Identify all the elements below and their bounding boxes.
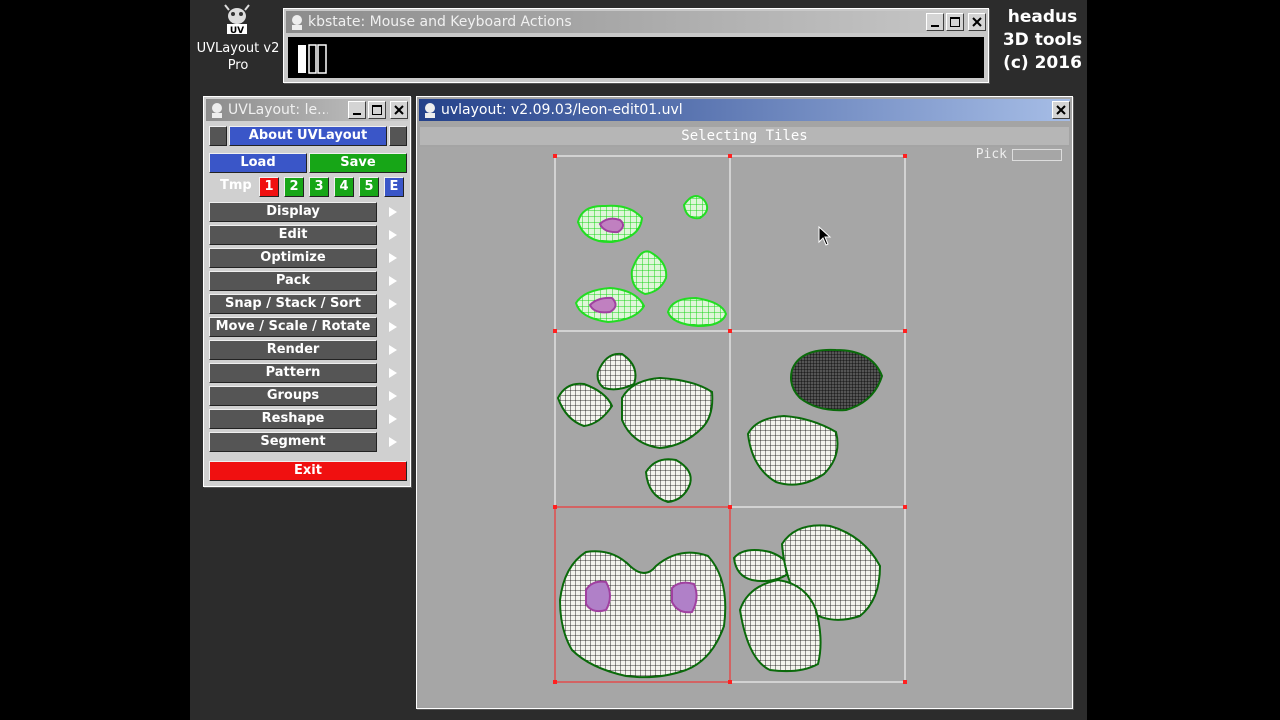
close-button[interactable] [1052,101,1070,119]
submenu-arrow-icon[interactable] [389,207,397,217]
tmp-slot-5-button[interactable]: 5 [359,177,379,197]
tmp-slot-2-button[interactable]: 2 [284,177,304,197]
submenu-arrow-icon[interactable] [389,322,397,332]
minimize-button[interactable] [926,13,944,31]
uv-canvas[interactable] [419,147,1070,706]
submenu-arrow-icon[interactable] [389,368,397,378]
submenu-arrow-icon[interactable] [389,391,397,401]
uvlayout-menu-window: UVLayout: le... About UVLayout Load Save… [203,96,411,487]
submenu-arrow-icon[interactable] [389,230,397,240]
editor-titlebar[interactable]: uvlayout: v2.09.03/leon-edit01.uvl [419,99,1070,121]
kbstate-display [288,37,984,78]
close-icon [1056,105,1066,115]
app-icon [212,103,222,118]
tmp-slot-1-button[interactable]: 1 [259,177,279,197]
app-label-line1: UVLayout v2 [196,41,280,56]
maximize-icon [950,17,960,27]
submenu-arrow-icon[interactable] [389,414,397,424]
app-label-line2: Pro [227,58,249,73]
pick-label: Pick [975,147,1007,162]
exit-button[interactable]: Exit [209,461,407,481]
menu-title: UVLayout: le... [228,102,328,118]
submenu-arrow-icon[interactable] [389,345,397,355]
headus-line1: headus [1007,7,1078,27]
maximize-button[interactable] [368,101,386,119]
uvlayout-editor-window: uvlayout: v2.09.03/leon-edit01.uvl Selec… [416,96,1073,709]
keyboard-state-indicator-icon [298,44,327,74]
headus-branding: headus 3D tools (c) 2016 [995,6,1090,75]
collapse-right-button[interactable] [389,126,407,146]
submenu-arrow-icon[interactable] [389,437,397,447]
collapse-left-button[interactable] [209,126,227,146]
svg-text:UV: UV [230,26,244,36]
minimize-button[interactable] [348,101,366,119]
kbstate-window: kbstate: Mouse and Keyboard Actions [283,8,989,83]
minimize-icon [931,25,939,27]
tmp-slot-3-button[interactable]: 3 [309,177,329,197]
maximize-button[interactable] [946,13,964,31]
pick-field[interactable] [1012,149,1062,161]
app-label[interactable]: UVLayout v2 Pro [194,40,282,74]
tmp-label: Tmp [220,178,252,193]
kbstate-title: kbstate: Mouse and Keyboard Actions [308,14,572,30]
menu-item-button[interactable]: Optimize [209,248,377,268]
mouse-pointer-icon [818,226,832,246]
load-button[interactable]: Load [209,153,307,173]
headus-line2: 3D tools [1002,30,1083,50]
app-icon [292,15,302,30]
close-icon [394,105,404,115]
menu-item-button[interactable]: Groups [209,386,377,406]
about-uvlayout-button[interactable]: About UVLayout [229,126,387,146]
submenu-arrow-icon[interactable] [389,299,397,309]
menu-item-button[interactable]: Segment [209,432,377,452]
menu-item-button[interactable]: Pattern [209,363,377,383]
submenu-arrow-icon[interactable] [389,276,397,286]
menu-item-button[interactable]: Reshape [209,409,377,429]
save-button[interactable]: Save [309,153,407,173]
minimize-icon [353,113,361,115]
uvlayout-app-icon[interactable]: UV [221,4,253,36]
menu-item-button[interactable]: Display [209,202,377,222]
app-icon [425,103,435,118]
editor-title: uvlayout: v2.09.03/leon-edit01.uvl [441,102,683,118]
menu-item-button[interactable]: Render [209,340,377,360]
headus-line3: (c) 2016 [1003,53,1082,73]
tmp-slot-e-button[interactable]: E [384,177,404,197]
kbstate-titlebar[interactable]: kbstate: Mouse and Keyboard Actions [286,11,986,33]
close-button[interactable] [390,101,408,119]
maximize-icon [372,105,382,115]
tmp-slot-4-button[interactable]: 4 [334,177,354,197]
menu-item-button[interactable]: Snap / Stack / Sort [209,294,377,314]
mode-label: Selecting Tiles [420,127,1069,145]
close-icon [972,17,982,27]
menu-item-button[interactable]: Edit [209,225,377,245]
submenu-arrow-icon[interactable] [389,253,397,263]
menu-item-button[interactable]: Move / Scale / Rotate [209,317,377,337]
menu-item-button[interactable]: Pack [209,271,377,291]
close-button[interactable] [968,13,986,31]
menu-titlebar[interactable]: UVLayout: le... [206,99,408,121]
